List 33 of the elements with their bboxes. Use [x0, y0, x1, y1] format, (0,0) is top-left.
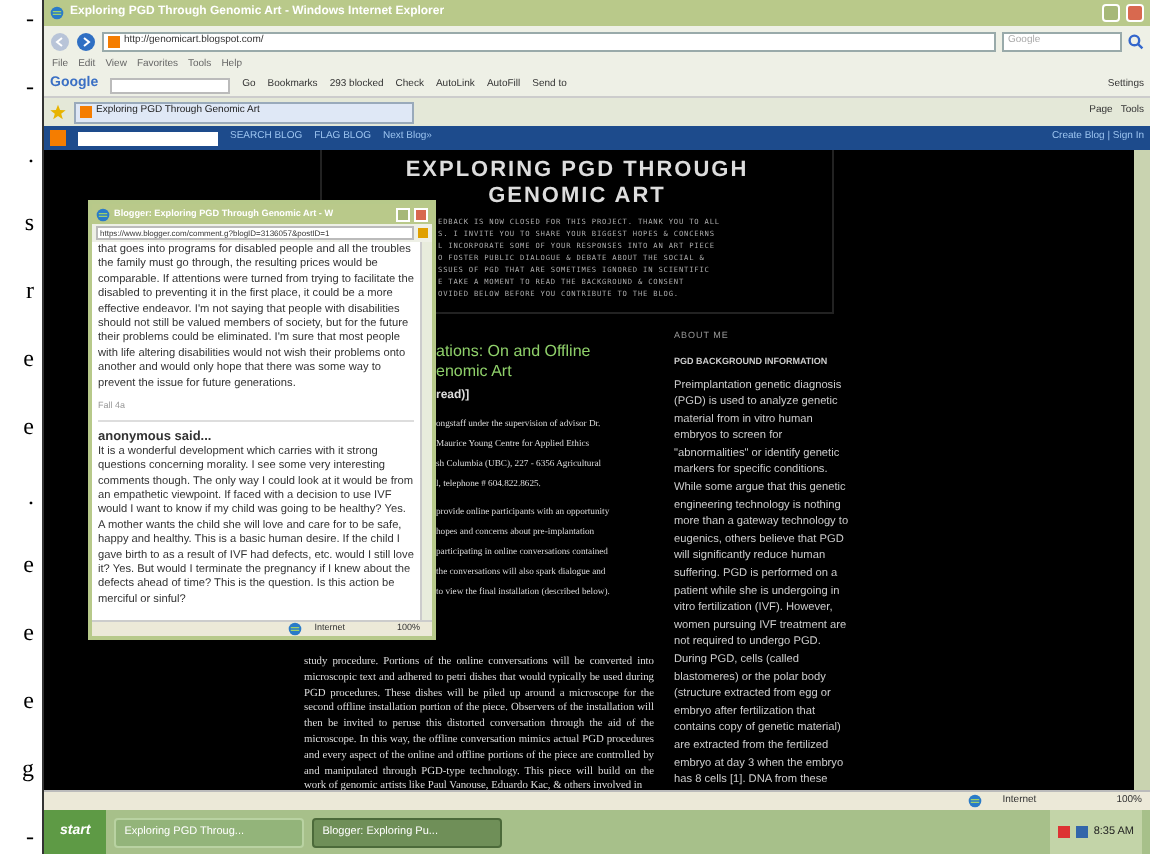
- minimize-button[interactable]: [1102, 4, 1120, 22]
- lock-icon: [418, 228, 428, 238]
- ie-icon: [96, 207, 110, 221]
- margin-text: e: [23, 617, 34, 646]
- blogger-icon: [108, 35, 120, 47]
- star-icon[interactable]: [50, 104, 66, 120]
- close-button[interactable]: [414, 207, 428, 221]
- globe-icon: [288, 622, 303, 636]
- margin-text: e: [23, 412, 34, 441]
- scrollbar[interactable]: [420, 242, 432, 620]
- forward-icon[interactable]: [76, 31, 96, 51]
- post-title[interactable]: enomic Art: [436, 362, 654, 382]
- margin-text: r: [26, 276, 34, 305]
- search-icon[interactable]: [1128, 33, 1144, 49]
- minimize-button[interactable]: [396, 207, 410, 221]
- scrollbar[interactable]: [1134, 150, 1150, 790]
- margin-text: -: [26, 4, 34, 32]
- margin-text: -: [26, 72, 34, 101]
- margin-text: e: [23, 685, 34, 714]
- margin-text: g: [22, 753, 34, 782]
- blog-search-field[interactable]: [78, 131, 218, 145]
- margin-text: .: [28, 481, 34, 510]
- margin-text: e: [23, 344, 34, 373]
- margin-text: .: [28, 140, 34, 169]
- ie-icon: [50, 6, 64, 20]
- close-button[interactable]: [1126, 4, 1144, 22]
- margin-text: -: [26, 821, 34, 850]
- margin-text: e: [23, 549, 34, 578]
- globe-icon: [968, 794, 983, 808]
- toolbar-search-field[interactable]: [110, 77, 231, 93]
- blog-title: EXPLORING PGD THROUGH GENOMIC ART: [403, 158, 751, 210]
- margin-text: s: [24, 208, 34, 237]
- post-title[interactable]: ations: On and Offline: [436, 342, 654, 362]
